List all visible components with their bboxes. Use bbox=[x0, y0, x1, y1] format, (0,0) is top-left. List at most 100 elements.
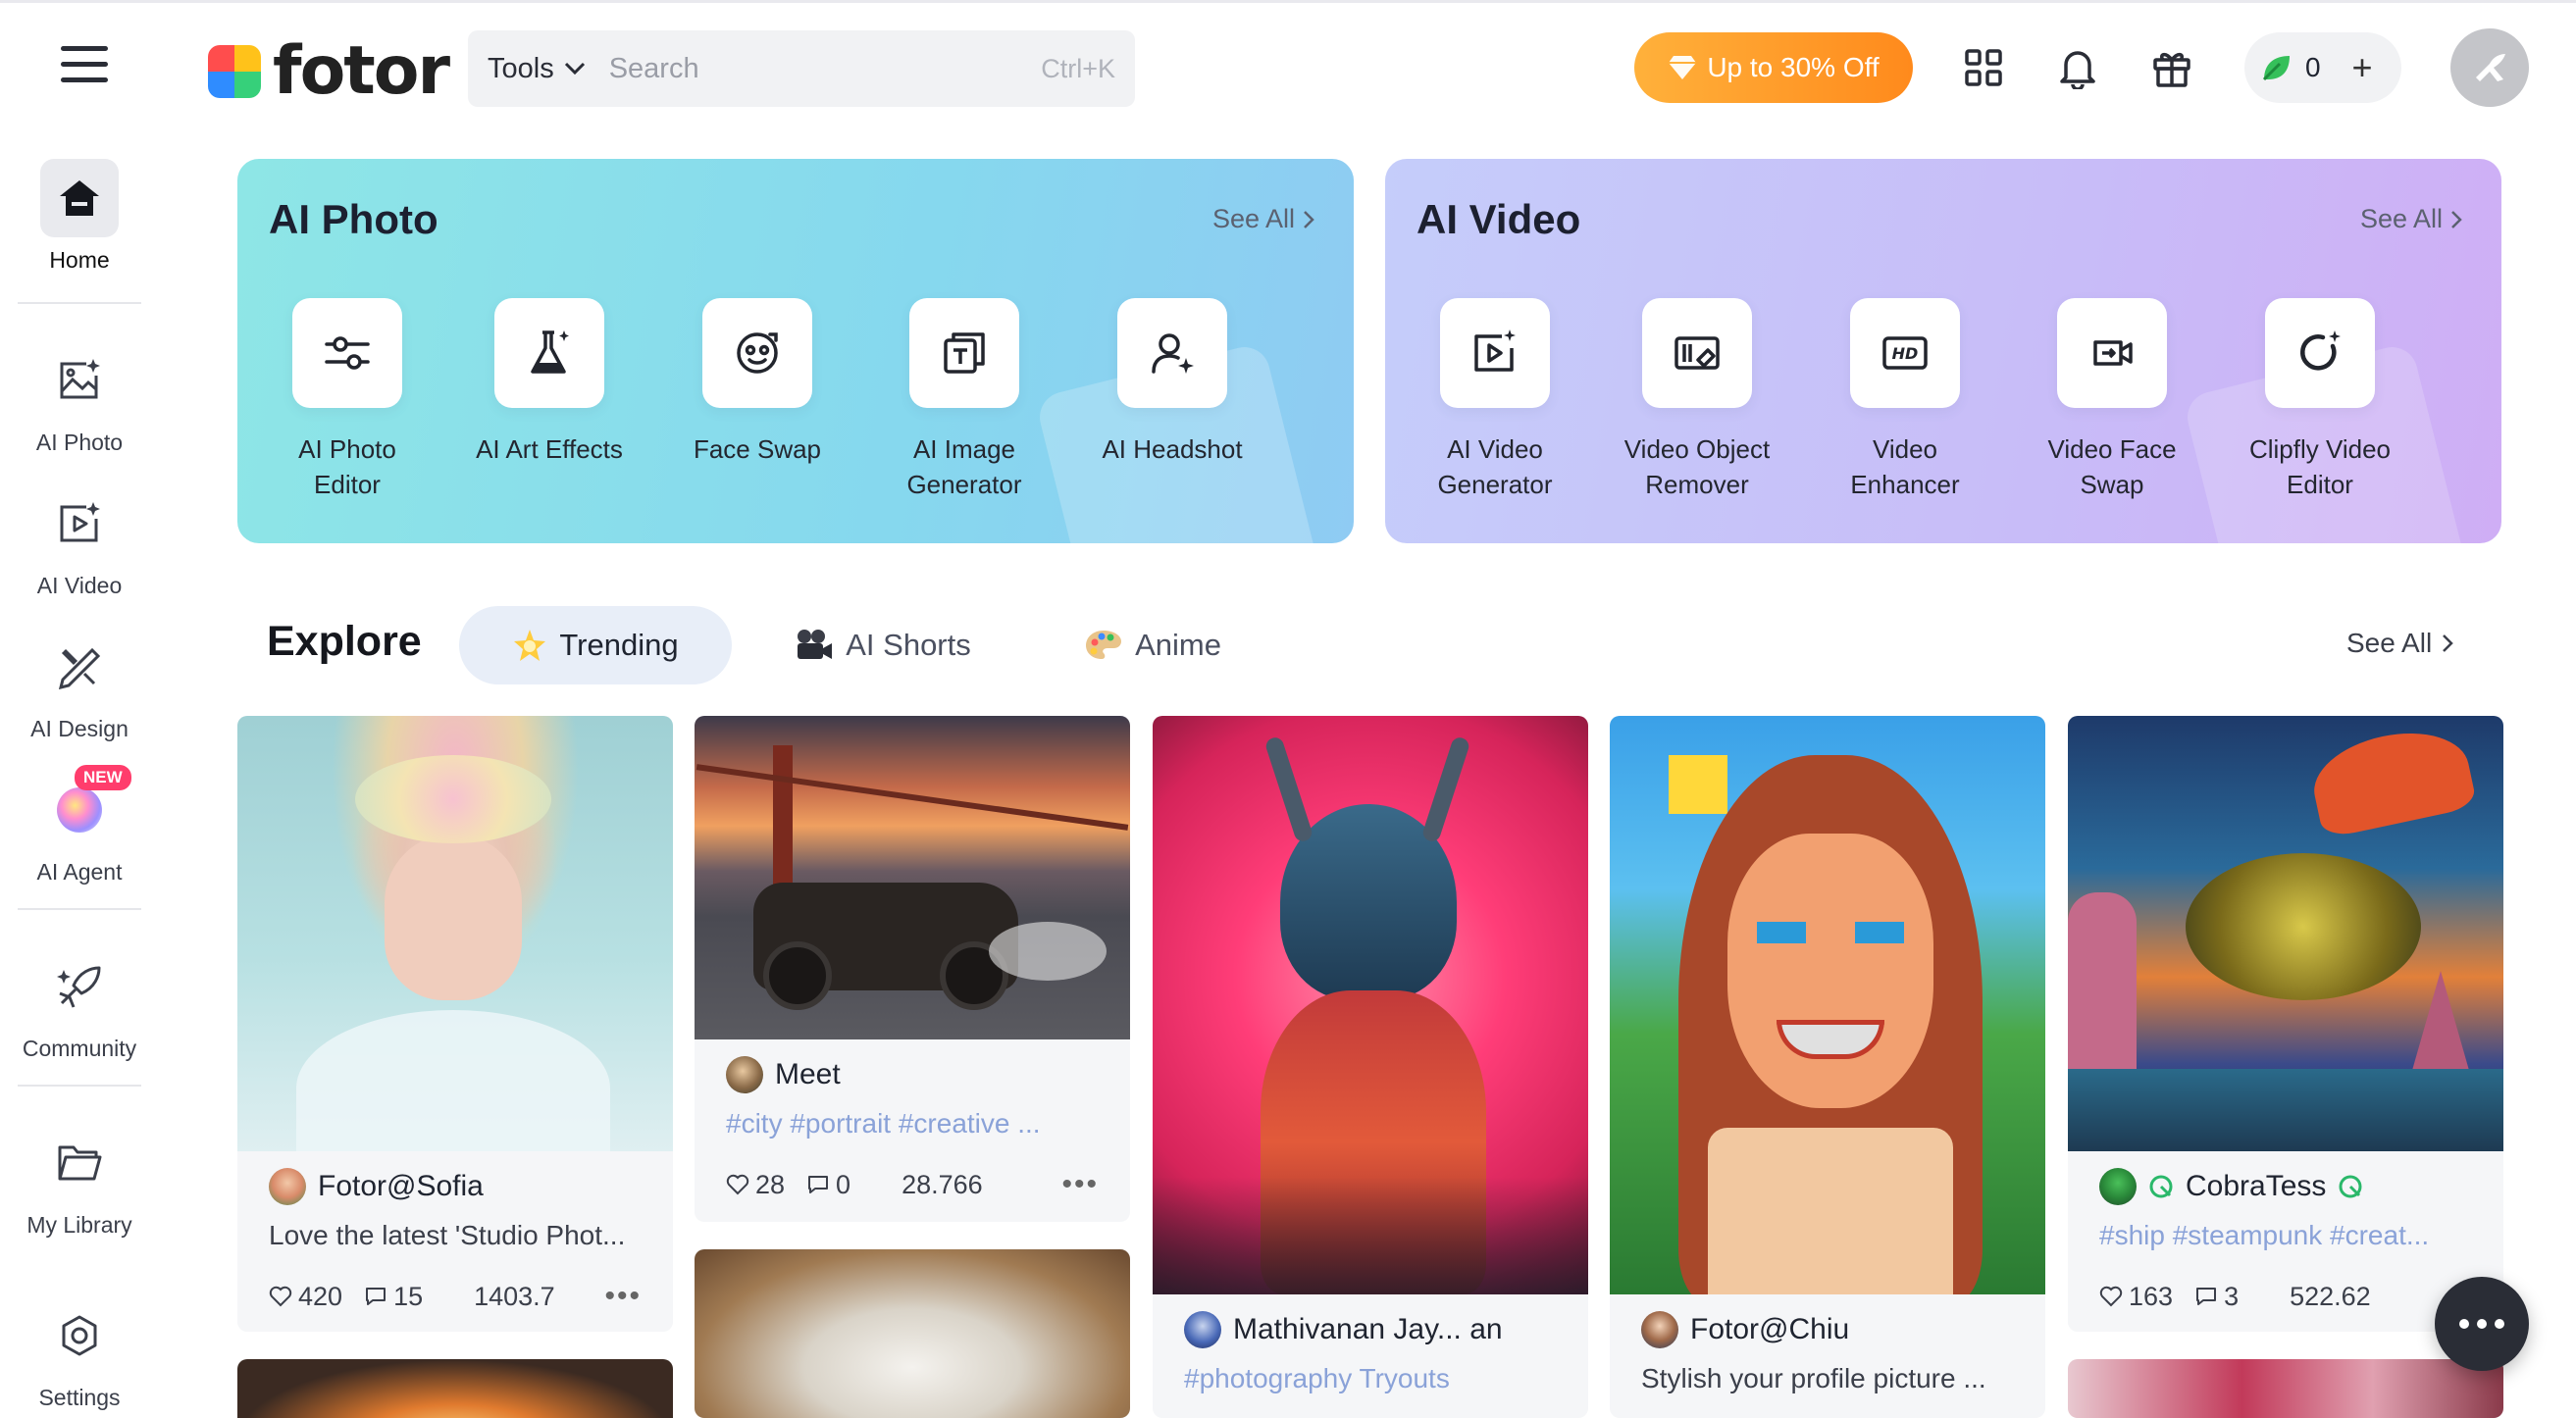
search-shortcut: Ctrl+K bbox=[1041, 53, 1115, 83]
ai-video-icon bbox=[40, 484, 119, 563]
sidebar-item-my-library[interactable]: My Library bbox=[0, 1124, 159, 1239]
card-image bbox=[695, 1249, 1130, 1418]
comment-icon bbox=[808, 1176, 829, 1193]
movie-camera-icon bbox=[798, 630, 833, 659]
sidebar-item-label: My Library bbox=[26, 1212, 132, 1238]
chevron-down-icon bbox=[564, 62, 585, 76]
card-stats: 420 15 1403.7 ••• bbox=[269, 1275, 642, 1318]
card-author[interactable]: Fotor@Chiu bbox=[1641, 1308, 2014, 1351]
bell-icon[interactable] bbox=[2048, 38, 2107, 97]
sidebar-item-label: AI Design bbox=[30, 716, 129, 741]
new-badge: NEW bbox=[75, 765, 131, 790]
ai-photo-see-all-link[interactable]: See All bbox=[1212, 204, 1314, 234]
like-count: 28 bbox=[755, 1169, 786, 1199]
card-author[interactable]: Meet bbox=[726, 1053, 1099, 1096]
card-image bbox=[2068, 1359, 2503, 1418]
author-avatar bbox=[726, 1056, 763, 1093]
ai-photo-title: AI Photo bbox=[269, 196, 438, 242]
flask-icon bbox=[494, 298, 604, 408]
leaf-icon bbox=[2262, 56, 2290, 81]
add-credits-button[interactable]: + bbox=[2339, 44, 2386, 91]
see-all-label: See All bbox=[2359, 204, 2443, 233]
tool-ai-headshot[interactable]: AI Headshot bbox=[1074, 298, 1270, 467]
tab-trending[interactable]: Trending bbox=[459, 606, 732, 684]
menu-icon[interactable] bbox=[61, 46, 108, 85]
explore-card[interactable]: Fotor@Chiu Stylish your profile picture … bbox=[1610, 716, 2045, 1418]
tool-ai-image-generator[interactable]: AI Image Generator bbox=[866, 298, 1062, 502]
fotor-logo[interactable]: fotor bbox=[208, 38, 450, 105]
comment-button[interactable]: 0 bbox=[806, 1170, 850, 1200]
like-button[interactable]: 163 bbox=[2099, 1282, 2173, 1312]
like-count: 420 bbox=[298, 1281, 343, 1311]
chat-fab-button[interactable] bbox=[2435, 1277, 2529, 1371]
comment-button[interactable]: 3 bbox=[2194, 1282, 2239, 1312]
comment-icon bbox=[2196, 1288, 2217, 1305]
explore-card[interactable] bbox=[695, 1249, 1130, 1418]
card-author[interactable]: CobraTess bbox=[2099, 1165, 2472, 1208]
sidebar-item-ai-agent[interactable]: NEW AI Agent bbox=[0, 765, 159, 886]
search-bar: Tools Ctrl+K bbox=[468, 30, 1135, 107]
explore-card[interactable]: Fotor@Sofia Love the latest 'Studio Phot… bbox=[237, 716, 673, 1332]
tool-video-object-remover[interactable]: Video Object Remover bbox=[1599, 298, 1795, 502]
tool-video-enhancer[interactable]: HD Video Enhancer bbox=[1807, 298, 2003, 502]
gear-icon bbox=[40, 1296, 119, 1375]
card-meta: Meet #city #portrait #creative ... 28 0 … bbox=[695, 1039, 1130, 1206]
credits-count: 0 bbox=[2305, 52, 2321, 82]
author-avatar bbox=[2099, 1168, 2137, 1205]
gift-icon[interactable] bbox=[2142, 38, 2201, 97]
sidebar-item-ai-design[interactable]: AI Design bbox=[0, 628, 159, 742]
explore-card[interactable]: CobraTess #ship #steampunk #creat... 163… bbox=[2068, 716, 2503, 1332]
tool-ai-video-generator[interactable]: AI Video Generator bbox=[1397, 298, 1593, 502]
card-score: 1403.7 bbox=[474, 1281, 555, 1311]
dot bbox=[2459, 1319, 2469, 1329]
like-button[interactable]: 420 bbox=[269, 1282, 342, 1312]
card-description: Stylish your profile picture ... bbox=[1641, 1363, 1986, 1393]
promo-button[interactable]: Up to 30% Off bbox=[1634, 32, 1913, 103]
explore-card[interactable]: Meet #city #portrait #creative ... 28 0 … bbox=[695, 716, 1130, 1222]
card-image bbox=[695, 716, 1130, 1039]
sidebar-item-settings[interactable]: Settings bbox=[0, 1296, 159, 1411]
diamond-icon bbox=[1669, 56, 1697, 79]
card-stats: 28 0 28.766 ••• bbox=[726, 1163, 1099, 1206]
tool-ai-photo-editor[interactable]: AI Photo Editor bbox=[249, 298, 445, 502]
apps-grid-icon[interactable] bbox=[1954, 38, 2013, 97]
sidebar-item-community[interactable]: Community bbox=[0, 947, 159, 1062]
tool-video-face-swap[interactable]: Video Face Swap bbox=[2014, 298, 2210, 502]
tool-label: AI Image Generator bbox=[906, 434, 1022, 499]
explore-card[interactable] bbox=[2068, 1359, 2503, 1418]
card-author[interactable]: Mathivanan Jay... an bbox=[1184, 1308, 1557, 1351]
author-name: CobraTess bbox=[2186, 1170, 2327, 1202]
tool-clipfly-video-editor[interactable]: Clipfly Video Editor bbox=[2222, 298, 2418, 502]
sidebar-item-home[interactable]: Home bbox=[0, 159, 159, 274]
ai-video-see-all-link[interactable]: See All bbox=[2360, 204, 2462, 234]
tools-dropdown[interactable]: Tools bbox=[488, 53, 609, 85]
comment-button[interactable]: 15 bbox=[364, 1282, 423, 1312]
comment-icon bbox=[366, 1288, 386, 1305]
explore-see-all-link[interactable]: See All bbox=[2346, 628, 2453, 659]
sidebar-item-ai-photo[interactable]: AI Photo bbox=[0, 341, 159, 456]
author-name: Fotor@Chiu bbox=[1690, 1313, 1850, 1345]
search-input[interactable] bbox=[608, 52, 1042, 85]
more-options-icon[interactable]: ••• bbox=[1061, 1168, 1099, 1201]
tool-label: Video Face Swap bbox=[2047, 434, 2177, 499]
tab-anime[interactable]: Anime bbox=[1069, 606, 1236, 684]
promo-label: Up to 30% Off bbox=[1707, 52, 1880, 82]
explore-card[interactable]: Mathivanan Jay... an #photography Tryout… bbox=[1153, 716, 1588, 1418]
ai-video-title: AI Video bbox=[1417, 196, 1581, 242]
tool-ai-art-effects[interactable]: AI Art Effects bbox=[451, 298, 647, 467]
sidebar-item-ai-video[interactable]: AI Video bbox=[0, 484, 159, 599]
tab-ai-shorts[interactable]: AI Shorts bbox=[775, 606, 991, 684]
sparkle-star-icon bbox=[514, 630, 546, 661]
clipfly-icon bbox=[2265, 298, 2375, 408]
tools-dropdown-label: Tools bbox=[488, 52, 554, 84]
card-author[interactable]: Fotor@Sofia bbox=[269, 1165, 642, 1208]
like-button[interactable]: 28 bbox=[726, 1170, 785, 1200]
tool-face-swap[interactable]: Face Swap bbox=[659, 298, 855, 467]
avatar[interactable] bbox=[2450, 28, 2529, 107]
more-options-icon[interactable]: ••• bbox=[604, 1280, 642, 1313]
see-all-label: See All bbox=[1211, 204, 1295, 233]
verified-icon bbox=[2339, 1175, 2362, 1198]
card-description: #photography Tryouts bbox=[1184, 1363, 1450, 1393]
author-avatar bbox=[1184, 1311, 1221, 1348]
explore-card[interactable] bbox=[237, 1359, 673, 1418]
